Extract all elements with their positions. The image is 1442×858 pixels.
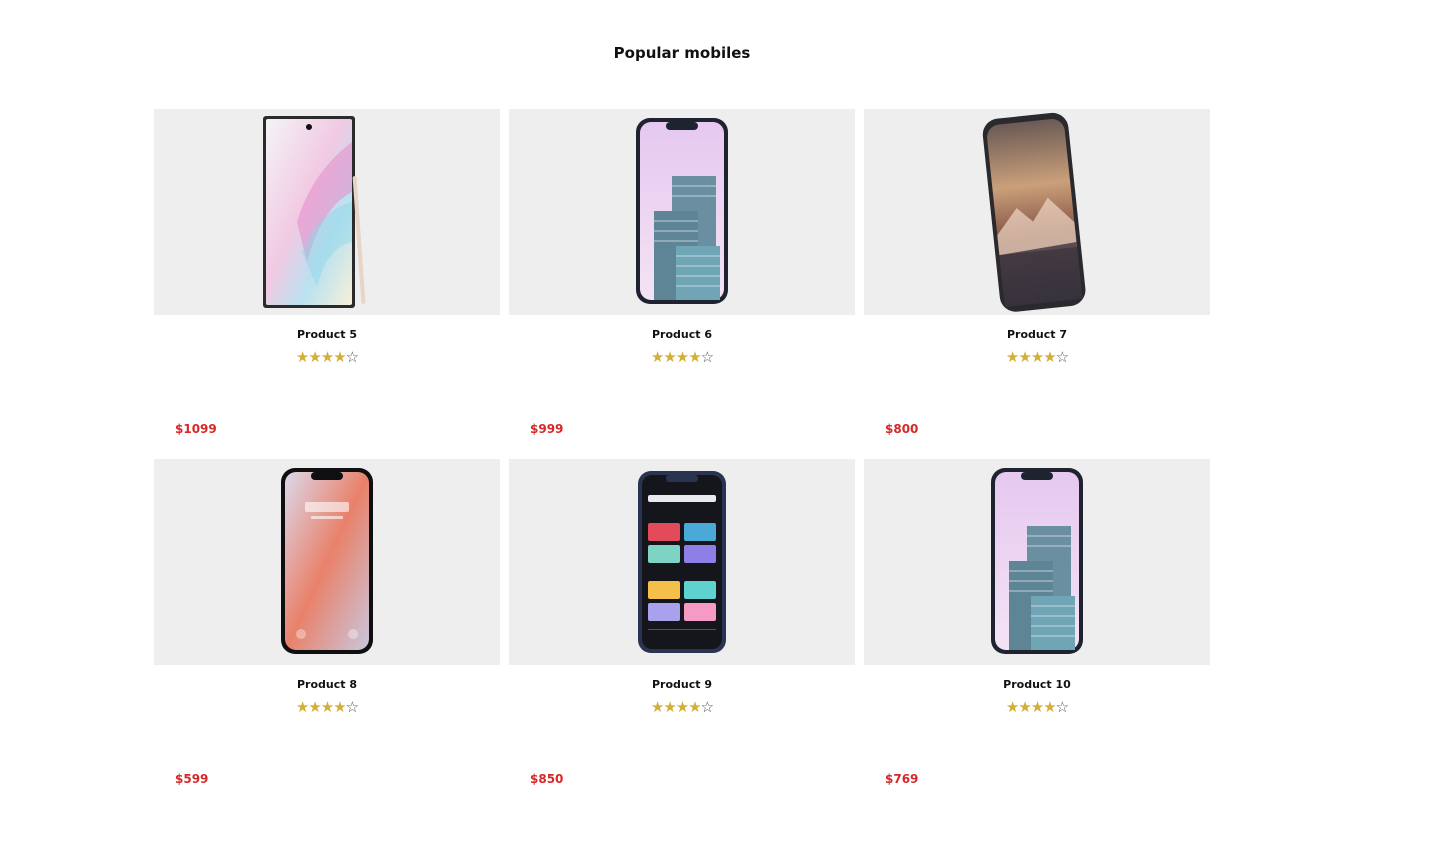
star-filled-icon: ★ [1005, 348, 1019, 366]
rating-stars: ★★★★☆ [154, 698, 500, 716]
product-grid: Product 5 ★★★★☆ $1099 Product 6 ★★★★☆ $9… [154, 109, 1210, 809]
product-image[interactable] [154, 459, 500, 665]
product-image[interactable] [154, 109, 500, 315]
product-name[interactable]: Product 6 [509, 328, 855, 341]
rating-stars: ★★★★☆ [154, 348, 500, 366]
star-filled-icon: ★ [295, 698, 309, 716]
star-filled-icon: ★ [1005, 698, 1019, 716]
product-image[interactable] [509, 459, 855, 665]
rating-stars: ★★★★☆ [509, 698, 855, 716]
product-card[interactable]: Product 5 ★★★★☆ $1099 [154, 109, 500, 459]
product-price: $850 [530, 772, 564, 786]
star-empty-icon: ☆ [1055, 348, 1069, 366]
star-filled-icon: ★ [1018, 348, 1031, 366]
phone-buildings-icon [636, 118, 728, 304]
star-filled-icon: ★ [1030, 348, 1044, 366]
star-filled-icon: ★ [295, 348, 309, 366]
product-price: $769 [885, 772, 919, 786]
star-filled-icon: ★ [688, 698, 701, 716]
product-name[interactable]: Product 9 [509, 678, 855, 691]
rating-stars: ★★★★☆ [864, 348, 1210, 366]
star-filled-icon: ★ [675, 348, 689, 366]
product-name[interactable]: Product 7 [864, 328, 1210, 341]
star-filled-icon: ★ [1018, 698, 1031, 716]
rating-stars: ★★★★☆ [509, 348, 855, 366]
star-filled-icon: ★ [663, 698, 676, 716]
product-card[interactable]: Product 10 ★★★★☆ $769 [864, 459, 1210, 809]
star-filled-icon: ★ [333, 348, 346, 366]
star-filled-icon: ★ [688, 348, 701, 366]
star-filled-icon: ★ [675, 698, 689, 716]
star-filled-icon: ★ [320, 348, 334, 366]
product-price: $999 [530, 422, 564, 436]
product-image[interactable] [509, 109, 855, 315]
product-name[interactable]: Product 8 [154, 678, 500, 691]
star-filled-icon: ★ [1043, 348, 1056, 366]
product-card[interactable]: Product 8 ★★★★☆ $599 [154, 459, 500, 809]
star-empty-icon: ☆ [700, 348, 714, 366]
star-filled-icon: ★ [320, 698, 334, 716]
section-title: Popular mobiles [613, 44, 751, 62]
phone-buildings-icon [991, 468, 1083, 654]
phone-lockscreen-icon [281, 468, 373, 654]
star-filled-icon: ★ [1030, 698, 1044, 716]
star-filled-icon: ★ [650, 698, 664, 716]
star-filled-icon: ★ [650, 348, 664, 366]
star-filled-icon: ★ [333, 698, 346, 716]
star-empty-icon: ☆ [345, 698, 359, 716]
product-card[interactable]: Product 6 ★★★★☆ $999 [509, 109, 855, 459]
star-filled-icon: ★ [1043, 698, 1056, 716]
star-filled-icon: ★ [663, 348, 676, 366]
rating-stars: ★★★★☆ [864, 698, 1210, 716]
product-price: $1099 [175, 422, 217, 436]
product-name[interactable]: Product 5 [154, 328, 500, 341]
product-price: $800 [885, 422, 919, 436]
product-image[interactable] [864, 109, 1210, 315]
phone-with-stylus-icon [263, 116, 366, 308]
star-empty-icon: ☆ [700, 698, 714, 716]
star-filled-icon: ★ [308, 348, 321, 366]
product-image[interactable] [864, 459, 1210, 665]
product-card[interactable]: Product 9 ★★★★☆ $850 [509, 459, 855, 809]
star-filled-icon: ★ [308, 698, 321, 716]
star-empty-icon: ☆ [345, 348, 359, 366]
product-card[interactable]: Product 7 ★★★★☆ $800 [864, 109, 1210, 459]
phone-music-app-icon [638, 471, 726, 653]
product-name[interactable]: Product 10 [864, 678, 1210, 691]
phone-mountains-icon [982, 112, 1086, 312]
product-price: $599 [175, 772, 209, 786]
star-empty-icon: ☆ [1055, 698, 1069, 716]
